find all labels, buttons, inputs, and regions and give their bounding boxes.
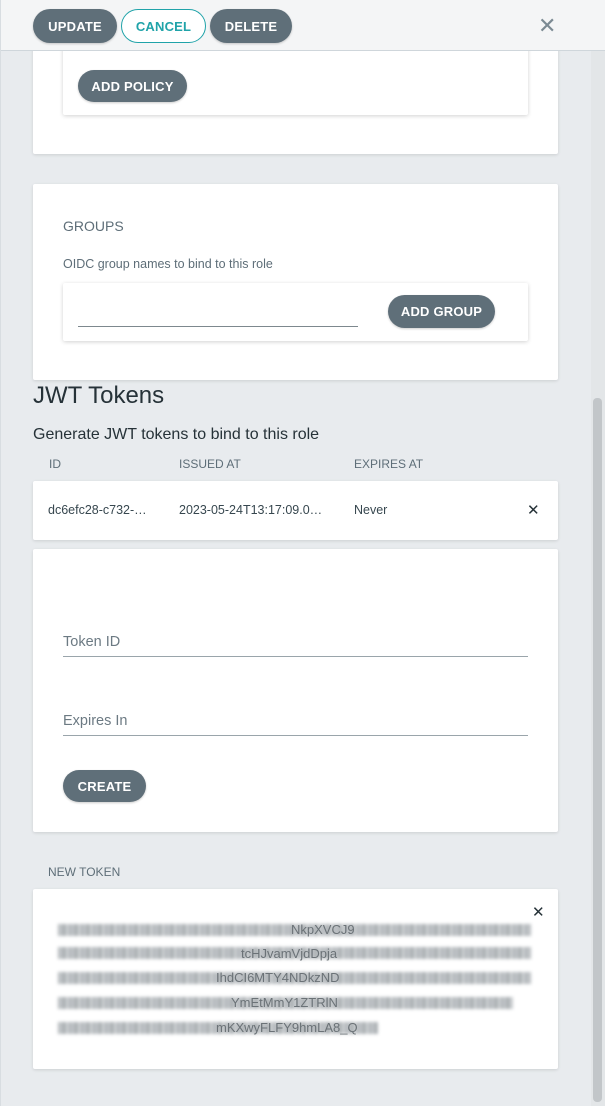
token-issued-at-cell: 2023-05-24T13:17:09.0…	[179, 503, 323, 517]
groups-card	[33, 184, 558, 380]
groups-title: GROUPS	[63, 218, 124, 234]
token-id-input[interactable]	[63, 656, 528, 657]
update-button[interactable]: UPDATE	[33, 9, 117, 43]
add-group-button[interactable]: ADD GROUP	[388, 295, 495, 328]
token-id-label: Token ID	[63, 634, 121, 650]
groups-description: OIDC group names to bind to this role	[63, 257, 273, 271]
new-token-title: NEW TOKEN	[48, 865, 121, 879]
delete-button[interactable]: DELETE	[210, 9, 292, 43]
create-button[interactable]: CREATE	[63, 770, 146, 802]
close-icon[interactable]: ✕	[532, 903, 545, 921]
token-fragment: mKXwyFLFY9hmLA8_Q	[216, 1020, 358, 1035]
jwt-tokens-title: JWT Tokens	[33, 382, 165, 409]
remove-icon[interactable]: ✕	[527, 501, 540, 519]
action-toolbar: UPDATE CANCEL DELETE ✕	[1, 0, 605, 51]
token-fragment: YmEtMmY1ZTRlN	[231, 995, 338, 1010]
cancel-button[interactable]: CANCEL	[121, 9, 206, 43]
token-id-cell: dc6efc28-c732-…	[48, 503, 147, 517]
token-fragment: tcHJvamVjdDpja	[241, 946, 338, 961]
scrollbar-thumb[interactable]	[593, 398, 602, 1102]
jwt-tokens-subtitle: Generate JWT tokens to bind to this role	[33, 426, 320, 443]
column-header-id: ID	[49, 457, 61, 471]
expires-in-input[interactable]	[63, 735, 528, 736]
group-name-input[interactable]	[78, 326, 358, 327]
add-policy-button[interactable]: ADD POLICY	[78, 70, 187, 102]
token-expires-at-cell: Never	[354, 503, 388, 517]
token-fragment: NkpXVCJ9	[291, 922, 355, 937]
column-header-expires-at: EXPIRES AT	[354, 457, 424, 471]
close-icon[interactable]: ✕	[538, 15, 556, 37]
expires-in-label: Expires In	[63, 713, 128, 729]
token-fragment: IhdCI6MTY4NDkzND	[216, 970, 340, 985]
column-header-issued-at: ISSUED AT	[179, 457, 241, 471]
role-editor-panel: UPDATE CANCEL DELETE ✕ ADD POLICY GROUPS…	[0, 0, 605, 1106]
